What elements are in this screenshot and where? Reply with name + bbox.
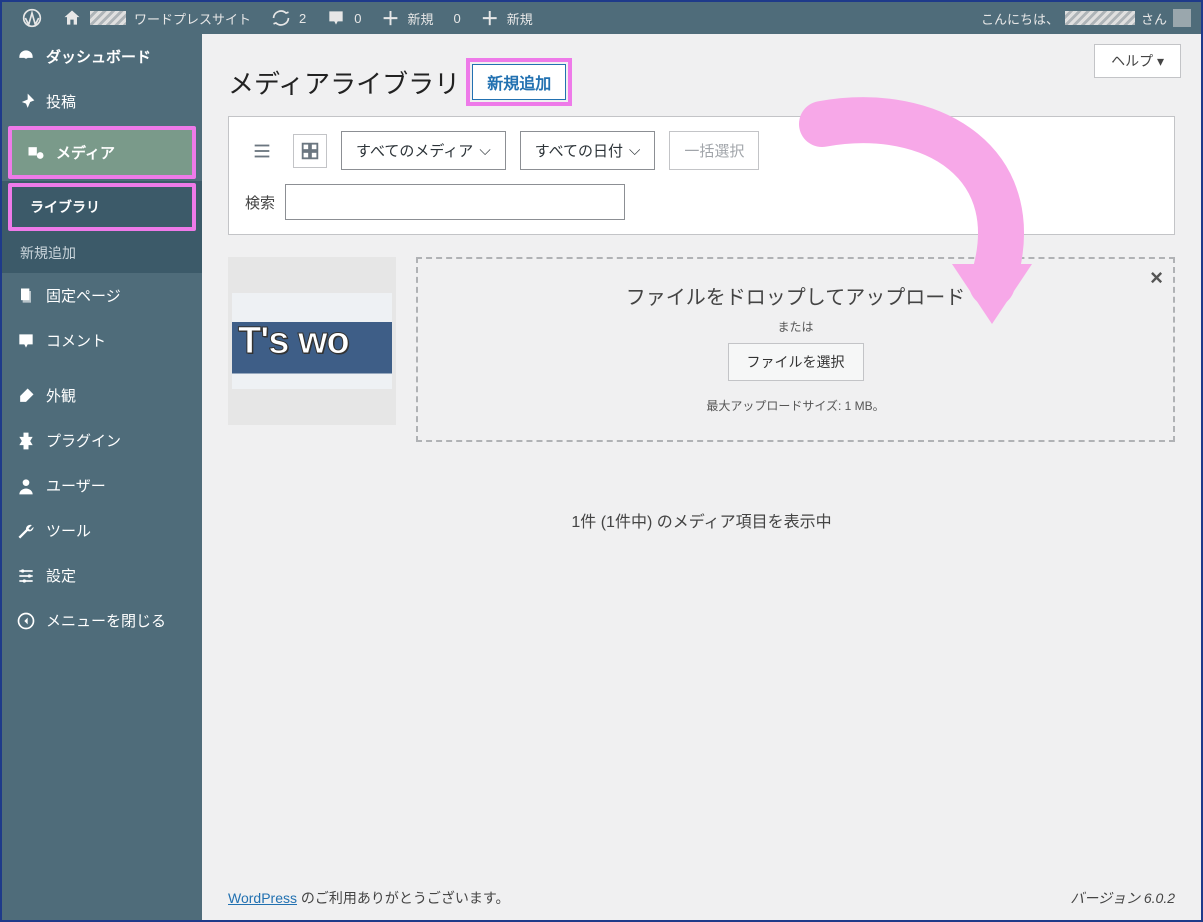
page-icon [16, 286, 36, 306]
sidebar-media-submenu: ライブラリ 新規追加 [2, 181, 202, 273]
sliders-icon [16, 566, 36, 586]
filter-date[interactable]: すべての日付 ⌵ [520, 131, 656, 170]
new-label-2: 新規 [507, 9, 533, 28]
media-filter-card: すべてのメディア ⌵ すべての日付 ⌵ 一括選択 検索 [228, 116, 1175, 235]
user-greeting[interactable]: こんにちは、 さん [981, 9, 1191, 28]
sidebar-item-appearance[interactable]: 外観 [2, 373, 202, 418]
sidebar-label: メニューを閉じる [46, 610, 166, 631]
user-icon [16, 476, 36, 496]
plus-icon: ＋ [481, 5, 499, 31]
greeting-post: さん [1141, 9, 1167, 28]
search-input[interactable] [285, 184, 625, 220]
view-list-button[interactable] [245, 134, 279, 168]
sidebar-label: 固定ページ [46, 285, 121, 306]
media-icon [26, 143, 46, 163]
help-tab[interactable]: ヘルプ ▾ [1094, 44, 1181, 78]
bulk-select-button[interactable]: 一括選択 [669, 131, 759, 170]
wordpress-link[interactable]: WordPress [228, 890, 297, 906]
sidebar-collapse[interactable]: メニューを閉じる [2, 598, 202, 643]
chevron-down-icon: ⌵ [629, 142, 640, 159]
comments-bar[interactable]: 0 [316, 2, 371, 34]
dashboard-icon [16, 47, 36, 67]
comments-count: 0 [354, 11, 361, 26]
close-dropzone-button[interactable]: × [1150, 265, 1163, 291]
brush-icon [16, 386, 36, 406]
dropzone-heading: ファイルをドロップしてアップロード [626, 281, 965, 310]
footer-thanks: のご利用ありがとうございます。 [297, 890, 510, 906]
filter-media-type-label: すべてのメディア [356, 140, 473, 161]
sidebar-label: 投稿 [46, 91, 76, 112]
highlight-library: ライブラリ [8, 183, 196, 231]
upload-dropzone[interactable]: × ファイルをドロップしてアップロード または ファイルを選択 最大アップロード… [416, 257, 1175, 442]
filter-date-label: すべての日付 [535, 140, 623, 161]
chevron-down-icon: ⌵ [479, 142, 490, 159]
new-content-1[interactable]: ＋ 新規 [371, 2, 443, 34]
sidebar-item-users[interactable]: ユーザー [2, 463, 202, 508]
home-icon [62, 8, 82, 28]
sidebar-label: メディア [56, 142, 115, 163]
search-label: 検索 [245, 192, 275, 213]
updates[interactable]: 2 [261, 2, 316, 34]
sidebar-label: プラグイン [46, 430, 121, 451]
select-files-button[interactable]: ファイルを選択 [728, 343, 864, 381]
add-new-button[interactable]: 新規追加 [472, 64, 566, 100]
main-content: ヘルプ ▾ メディアライブラリ 新規追加 すべてのメディア ⌵ す [202, 34, 1201, 920]
highlight-media: メディア [8, 126, 196, 179]
sidebar-item-posts[interactable]: 投稿 [2, 79, 202, 124]
admin-footer: WordPress のご利用ありがとうございます。 バージョン 6.0.2 [202, 876, 1201, 920]
site-home[interactable]: ワードプレスサイト [52, 2, 261, 34]
dropzone-maxsize: 最大アップロードサイズ: 1 MB。 [706, 397, 884, 414]
dropzone-or: または [777, 318, 813, 335]
pin-icon [16, 92, 36, 112]
view-grid-button[interactable] [293, 134, 327, 168]
wp-logo[interactable] [12, 2, 52, 34]
sidebar-item-pages[interactable]: 固定ページ [2, 273, 202, 318]
avatar [1173, 9, 1191, 27]
page-title: メディアライブラリ [228, 64, 460, 101]
version-text: バージョン 6.0.2 [1070, 888, 1175, 908]
sidebar-subitem-addnew[interactable]: 新規追加 [2, 233, 202, 273]
admin-sidebar: ダッシュボード 投稿 メディア ライブラリ 新規追加 固定ページ コメント [2, 34, 202, 920]
highlight-addnew: 新規追加 [466, 58, 572, 106]
new-label-1: 新規 [407, 9, 433, 28]
sidebar-item-tools[interactable]: ツール [2, 508, 202, 553]
sidebar-subitem-library[interactable]: ライブラリ [12, 187, 192, 227]
updates-count: 2 [299, 11, 306, 26]
thumbnail-image: T's wo [232, 293, 392, 389]
plugin-icon [16, 431, 36, 451]
sidebar-label: 外観 [46, 385, 76, 406]
grid-icon [299, 140, 321, 162]
collapse-icon [16, 611, 36, 631]
comments-icon [16, 331, 36, 351]
greeting-pre: こんにちは、 [981, 9, 1059, 28]
sidebar-label: コメント [46, 330, 106, 351]
sidebar-label: ダッシュボード [46, 46, 151, 67]
sidebar-label: ツール [46, 520, 91, 541]
site-icon-placeholder [90, 11, 126, 25]
media-thumbnail[interactable]: T's wo [228, 257, 396, 425]
wordpress-icon [22, 8, 42, 28]
sidebar-item-comments[interactable]: コメント [2, 318, 202, 363]
sidebar-item-dashboard[interactable]: ダッシュボード [2, 34, 202, 79]
count-0-value: 0 [454, 11, 461, 26]
filter-media-type[interactable]: すべてのメディア ⌵ [341, 131, 506, 170]
list-icon [251, 140, 273, 162]
site-name: ワードプレスサイト [134, 9, 251, 28]
sidebar-label: 設定 [46, 565, 76, 586]
new-content-2[interactable]: ＋ 新規 [471, 2, 543, 34]
refresh-icon [271, 8, 291, 28]
sidebar-item-settings[interactable]: 設定 [2, 553, 202, 598]
count-0[interactable]: 0 [444, 2, 471, 34]
thumbnail-text: T's wo [238, 320, 349, 363]
media-count-text: 1件 (1件中) のメディア項目を表示中 [202, 508, 1201, 532]
admin-top-bar: ワードプレスサイト 2 0 ＋ 新規 0 ＋ 新規 こんにちは、 さん [2, 2, 1201, 34]
sidebar-item-media[interactable]: メディア [12, 130, 192, 175]
plus-icon: ＋ [381, 5, 399, 31]
sidebar-label: ユーザー [46, 475, 106, 496]
wrench-icon [16, 521, 36, 541]
sidebar-item-plugins[interactable]: プラグイン [2, 418, 202, 463]
username-placeholder [1065, 11, 1135, 25]
comment-icon [326, 8, 346, 28]
